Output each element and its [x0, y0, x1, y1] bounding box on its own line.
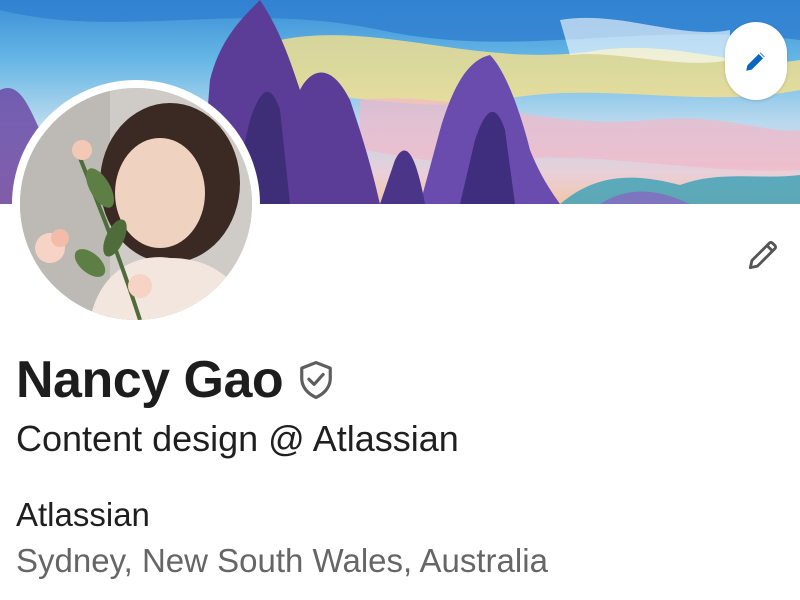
profile-location: Sydney, New South Wales, Australia — [16, 542, 548, 579]
profile-company[interactable]: Atlassian — [16, 496, 150, 534]
profile-headline: Content design @ Atlassian — [16, 418, 459, 459]
edit-cover-button[interactable] — [725, 22, 787, 100]
avatar — [20, 88, 252, 320]
profile-name: Nancy Gao — [16, 351, 284, 409]
avatar-image — [20, 88, 252, 320]
pencil-icon — [746, 52, 765, 71]
pencil-icon — [748, 240, 778, 270]
edit-profile-button[interactable] — [740, 232, 786, 278]
profile-photo[interactable] — [12, 80, 260, 328]
shield-check-icon[interactable] — [297, 359, 335, 401]
name-row: Nancy Gao — [16, 344, 335, 416]
